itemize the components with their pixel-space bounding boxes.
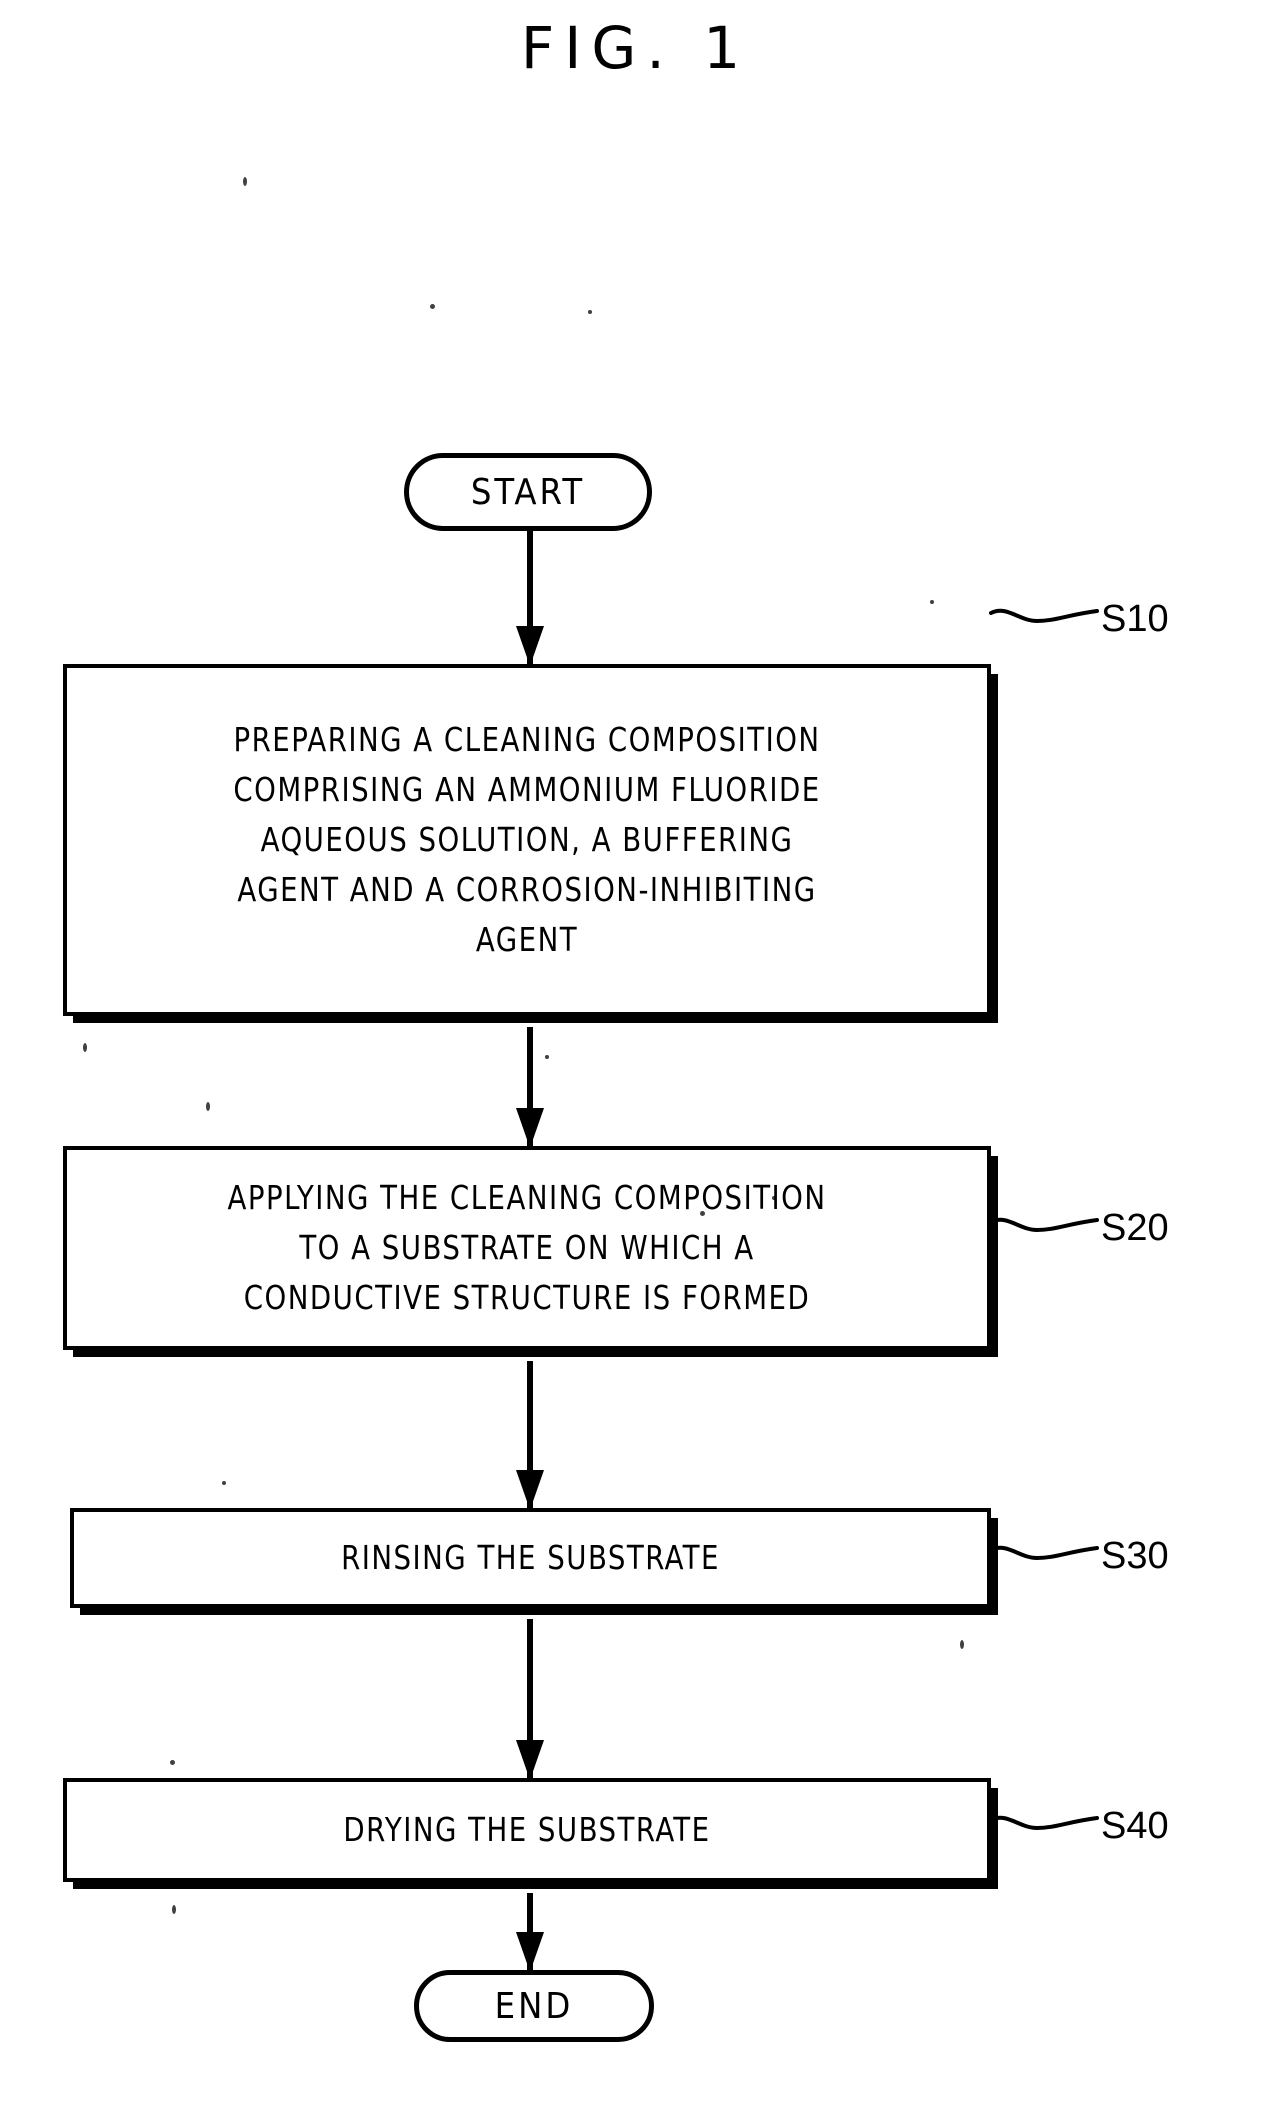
arrow-down-icon [516, 1470, 544, 1510]
connector-s30-to-s40 [516, 1619, 544, 1780]
scan-speckle [243, 177, 247, 186]
box-shadow-bottom [80, 1608, 994, 1615]
arrow-down-icon [516, 1740, 544, 1780]
step-ref-label-s10: S10 [1101, 598, 1169, 640]
connector-start-to-s10 [516, 531, 544, 666]
scan-speckle [700, 1211, 705, 1216]
step-ref-label-s20: S20 [1101, 1207, 1169, 1249]
figure-title: FIG. 1 [520, 14, 751, 82]
scan-speckle [960, 1640, 964, 1649]
scan-speckle [930, 600, 934, 604]
start-terminator-label: START [470, 471, 586, 513]
connector-s20-to-s30 [516, 1361, 544, 1510]
scan-speckle [545, 1055, 549, 1059]
process-box-s30: RINSING THE SUBSTRATE [70, 1508, 998, 1615]
box-shadow-right [991, 1156, 998, 1357]
scan-speckle [772, 1196, 776, 1200]
box-shadow-bottom [73, 1882, 994, 1889]
process-box-s40: DRYING THE SUBSTRATE [63, 1778, 998, 1889]
scan-speckle [83, 1043, 87, 1052]
scan-speckle [430, 304, 435, 309]
arrow-down-icon [516, 1108, 544, 1148]
connector-s40-to-end [516, 1893, 544, 1972]
connector-s10-to-s20 [516, 1027, 544, 1148]
scan-speckle [222, 1481, 226, 1485]
leader-line-s30 [989, 1545, 1099, 1561]
process-box-s20-text: APPLYING THE CLEANING COMPOSITION TO A S… [227, 1178, 827, 1317]
process-box-s10: PREPARING A CLEANING COMPOSITION COMPRIS… [63, 664, 998, 1023]
scan-speckle [170, 1760, 175, 1765]
box-shadow-right [991, 674, 998, 1023]
step-ref-label-s30: S30 [1101, 1535, 1169, 1577]
arrow-down-icon [516, 626, 544, 666]
leader-line-s20 [989, 1217, 1099, 1233]
process-box-s30-text: RINSING THE SUBSTRATE [341, 1538, 720, 1577]
scan-speckle [206, 1102, 210, 1111]
end-terminator-label: END [494, 1985, 574, 2027]
leader-line-s40 [989, 1815, 1099, 1831]
step-ref-label-s40: S40 [1101, 1805, 1169, 1847]
box-shadow-bottom [73, 1016, 994, 1023]
process-box-s20: APPLYING THE CLEANING COMPOSITION TO A S… [63, 1146, 998, 1357]
box-shadow-bottom [73, 1350, 994, 1357]
process-box-s40-text: DRYING THE SUBSTRATE [343, 1810, 711, 1849]
leader-line-s10 [989, 608, 1099, 624]
scan-speckle [588, 310, 592, 314]
arrow-down-icon [516, 1932, 544, 1972]
scan-speckle [172, 1905, 176, 1914]
process-box-s10-text: PREPARING A CLEANING COMPOSITION COMPRIS… [233, 720, 821, 959]
start-terminator: START [404, 453, 652, 531]
end-terminator: END [414, 1970, 654, 2042]
